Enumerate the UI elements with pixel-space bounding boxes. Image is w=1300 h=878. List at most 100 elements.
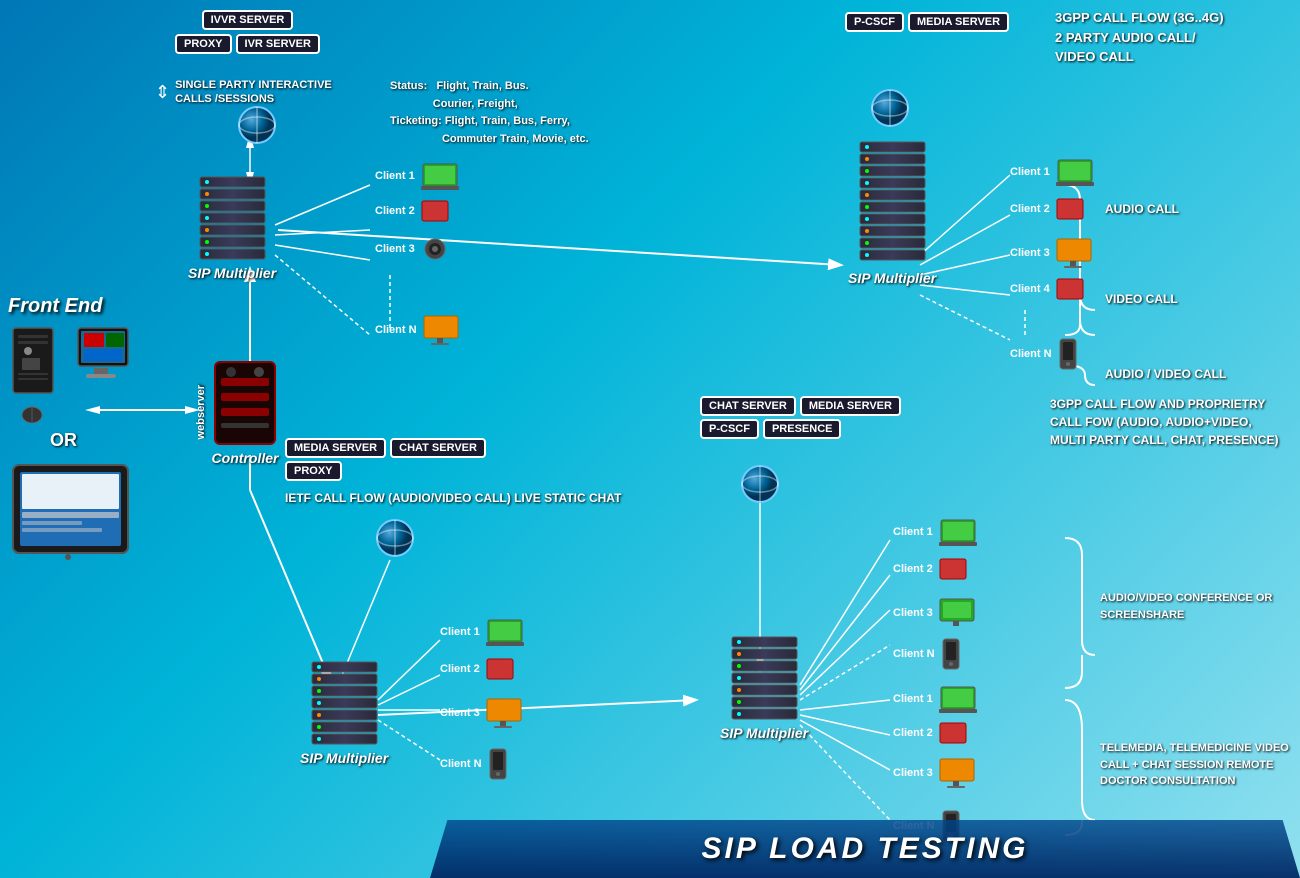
- audio-video-call-label: AUDIO / VIDEO CALL: [1105, 365, 1226, 383]
- monitor-yellow-tln: [423, 315, 459, 345]
- frontend-section: Front End: [8, 295, 131, 428]
- telemedia-label: TELEMEDIA, TELEMEDICINE VIDEO CALL + CHA…: [1100, 740, 1300, 790]
- client-br-top-2: Client 2: [893, 558, 967, 580]
- bottom-banner: SIP LOAD TESTING: [430, 820, 1300, 878]
- mid-right-info-text: 3GPP CALL FLOW AND PROPRIETRYCALL FOW (A…: [1050, 395, 1295, 449]
- monitor-orange-bl3: [486, 698, 522, 728]
- monitor-orange-br-b3: [939, 758, 975, 788]
- tablet-red-tr2: [1056, 198, 1084, 220]
- media-server-badge-mr: MEDIA SERVER: [800, 396, 901, 416]
- chat-server-badge-mr: CHAT SERVER: [700, 396, 796, 416]
- controller-tower-icon: [211, 358, 279, 448]
- controller-label: Controller: [212, 450, 279, 466]
- globe-bot-left: [375, 518, 415, 563]
- tablet-red-br-t2: [939, 558, 967, 580]
- proxy-badge-tl: PROXY: [175, 34, 232, 54]
- globe-top-right: [870, 88, 910, 133]
- server-rack-bl: [307, 660, 382, 750]
- client-br-top-3: Client 3: [893, 598, 975, 628]
- pcscf-badge-tr: P-CSCF: [845, 12, 904, 32]
- media-server-badge-tr: MEDIA SERVER: [908, 12, 1009, 32]
- client-tr-n: Client N: [1010, 338, 1078, 370]
- single-party-label: ⇕ SINGLE PARTY INTERACTIVE CALLS /SESSIO…: [155, 78, 355, 107]
- sip-multiplier-tr-label: SIP Multiplier: [848, 270, 936, 286]
- ivvr-server-badge: IVVR SERVER: [202, 10, 294, 30]
- sip-multiplier-tl-label: SIP Multiplier: [188, 265, 276, 281]
- client-tr-3: Client 3: [1010, 238, 1092, 268]
- client-br-bot-2: Client 2: [893, 722, 967, 744]
- monitor-icon-frontend: [76, 323, 131, 403]
- globe-icon-tr: [870, 88, 910, 128]
- client-bl-2: Client 2: [440, 658, 514, 680]
- client-tr-2: Client 2: [1010, 198, 1084, 220]
- client-tl-n: Client N: [375, 315, 459, 345]
- laptop-green-tl1: [421, 162, 459, 190]
- conf-share-label: AUDIO/VIDEO CONFERENCE OR SCREENSHARE: [1100, 590, 1300, 623]
- status-info-text: Status: Flight, Train, Bus. Courier, Fre…: [390, 78, 700, 148]
- ivr-server-badge: IVR SERVER: [236, 34, 320, 54]
- client-tr-4: Client 4: [1010, 278, 1084, 300]
- diagram-container: IVVR SERVER PROXY IVR SERVER ⇕ SINGLE PA…: [0, 0, 1300, 878]
- client-br-bot-1: Client 1: [893, 685, 977, 713]
- client-tr-1: Client 1: [1010, 158, 1094, 186]
- tablet-red-br-b2: [939, 722, 967, 744]
- pcscf-media-badges: P-CSCF MEDIA SERVER: [845, 12, 1009, 32]
- globe-icon-br: [740, 464, 780, 504]
- tablet-section: [8, 460, 133, 565]
- webserver-label: webserver: [195, 385, 207, 439]
- top-right-info: 3GPP CALL FLOW (3G..4G)2 PARTY AUDIO CAL…: [1055, 8, 1295, 67]
- or-label: OR: [50, 430, 77, 451]
- globe-top-left: [237, 105, 277, 150]
- ivvr-server-badges: IVVR SERVER PROXY IVR SERVER: [175, 10, 320, 54]
- client-br-top-1: Client 1: [893, 518, 977, 546]
- top-right-info-text: 3GPP CALL FLOW (3G..4G)2 PARTY AUDIO CAL…: [1055, 8, 1295, 67]
- webcam-tl3: [421, 238, 449, 260]
- mouse-icon: [20, 405, 45, 423]
- pc-tower-icon: [8, 323, 68, 403]
- client-br-bot-3: Client 3: [893, 758, 975, 788]
- tablet-icon: [8, 460, 133, 560]
- phone-br-top-n: [941, 638, 961, 670]
- sip-multiplier-tl: SIP Multiplier: [188, 175, 276, 281]
- client-bl-n: Client N: [440, 748, 508, 780]
- sip-multiplier-bl: SIP Multiplier: [300, 660, 388, 766]
- ietf-text: IETF CALL FLOW (AUDIO/VIDEO CALL) LIVE S…: [285, 490, 625, 507]
- tablet-red-bl2: [486, 658, 514, 680]
- ietf-label: IETF CALL FLOW (AUDIO/VIDEO CALL) LIVE S…: [285, 490, 625, 507]
- mid-right-info: 3GPP CALL FLOW AND PROPRIETRYCALL FOW (A…: [1050, 395, 1295, 449]
- server-rack-br: [727, 635, 802, 725]
- server-rack-tl: [195, 175, 270, 265]
- globe-icon-tl: [237, 105, 277, 145]
- mid-right-top-badges: CHAT SERVER MEDIA SERVER P-CSCF PRESENCE: [700, 396, 901, 439]
- mid-left-badges: MEDIA SERVER CHAT SERVER PROXY: [285, 438, 486, 481]
- status-info-box: Status: Flight, Train, Bus. Courier, Fre…: [390, 78, 700, 148]
- client-tl-2: Client 2: [375, 200, 449, 222]
- client-tl-3: Client 3: [375, 238, 449, 260]
- frontend-title: Front End: [8, 295, 131, 318]
- sip-multiplier-br: SIP Multiplier: [720, 635, 808, 741]
- client-tl-1: Client 1: [375, 162, 459, 190]
- globe-icon-bl: [375, 518, 415, 558]
- proxy-badge-ml: PROXY: [285, 461, 342, 481]
- server-rack-tr: [855, 140, 930, 270]
- sip-multiplier-tr: SIP Multiplier: [848, 140, 936, 286]
- globe-bot-right: [740, 464, 780, 509]
- sip-load-testing-label: SIP LOAD TESTING: [702, 832, 1029, 866]
- presence-badge-mr: PRESENCE: [763, 419, 842, 439]
- sip-multiplier-br-label: SIP Multiplier: [720, 725, 808, 741]
- tablet-red-tr4: [1056, 278, 1084, 300]
- audio-call-label: AUDIO CALL: [1105, 200, 1179, 218]
- monitor-green-br-t3: [939, 598, 975, 628]
- laptop-green-tr1: [1056, 158, 1094, 186]
- single-party-text: SINGLE PARTY INTERACTIVE CALLS /SESSIONS: [175, 78, 355, 107]
- laptop-green-br-b1: [939, 685, 977, 713]
- tablet-red-tl2: [421, 200, 449, 222]
- client-br-top-n: Client N: [893, 638, 961, 670]
- laptop-green-bl1: [486, 618, 524, 646]
- laptop-green-br-t1: [939, 518, 977, 546]
- chat-server-badge-ml: CHAT SERVER: [390, 438, 486, 458]
- phone-bl-n: [488, 748, 508, 780]
- pcscf-badge-mr: P-CSCF: [700, 419, 759, 439]
- controller-area: webserver Controller: [195, 358, 279, 466]
- monitor-orange-tr3: [1056, 238, 1092, 268]
